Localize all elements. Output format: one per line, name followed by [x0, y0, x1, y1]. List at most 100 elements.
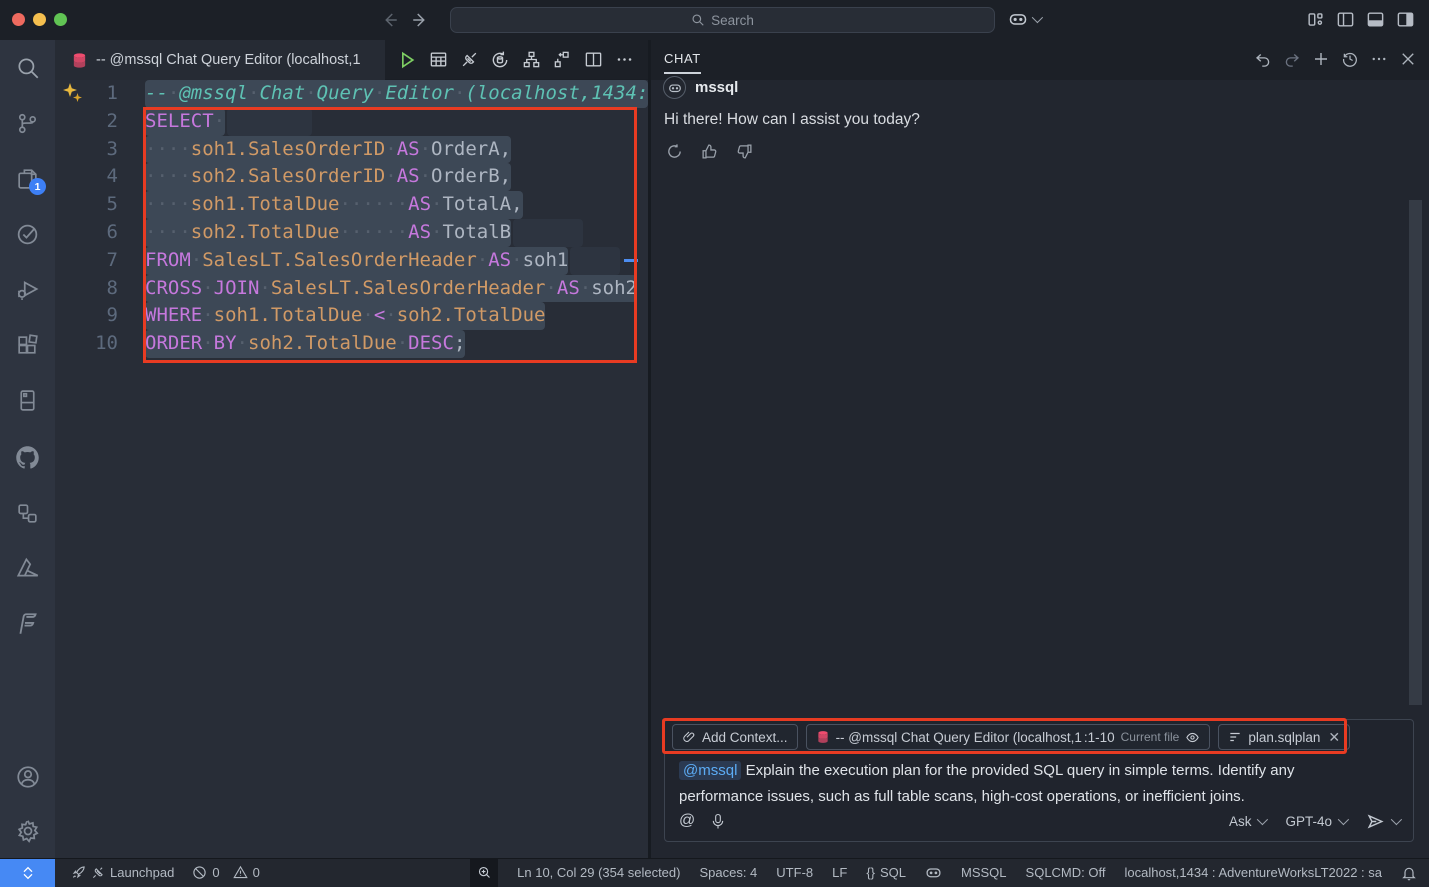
thumbs-up-icon[interactable]: [699, 141, 719, 161]
encoding-item[interactable]: UTF-8: [776, 865, 813, 880]
close-window-button[interactable]: [12, 13, 25, 26]
copilot-menu-button[interactable]: [1008, 9, 1040, 29]
navigate-forward-icon[interactable]: [408, 8, 432, 32]
problems-item[interactable]: 0 0: [192, 865, 259, 880]
zoom-window-button[interactable]: [54, 13, 67, 26]
run-debug-icon[interactable]: [0, 267, 55, 311]
line-number: 2: [55, 108, 118, 136]
redo-icon[interactable]: [1283, 50, 1301, 68]
database-file-icon: [71, 52, 88, 69]
mssql-item[interactable]: MSSQL: [961, 865, 1007, 880]
indentation-item[interactable]: Spaces: 4: [699, 865, 757, 880]
toggle-secondary-sidebar-icon[interactable]: [1396, 10, 1415, 29]
code-line[interactable]: 6····soh2.TotalDue······AS·TotalB: [55, 219, 648, 247]
azure-view-icon[interactable]: [0, 546, 55, 590]
thumbs-down-icon[interactable]: [734, 141, 754, 161]
code-line[interactable]: 4····soh2.SalesOrderID·AS·OrderB,: [55, 163, 648, 191]
code-line[interactable]: 9WHERE·soh1.TotalDue·<·soh2.TotalDue: [55, 302, 648, 330]
copilot-status-icon[interactable]: [925, 864, 942, 881]
toggle-primary-sidebar-icon[interactable]: [1336, 10, 1355, 29]
context-plan-pill[interactable]: plan.sqlplan ✕: [1218, 724, 1350, 750]
explorer-badge: 1: [29, 178, 46, 195]
connection-item[interactable]: localhost,1434 : AdventureWorksLT2022 : …: [1124, 865, 1382, 880]
chat-input-text[interactable]: @mssql Explain the execution plan for th…: [679, 758, 1379, 810]
notebooks-view-icon[interactable]: [0, 378, 55, 422]
mssql-mention-chip: @mssql: [679, 761, 741, 780]
code-line[interactable]: 8CROSS·JOIN·SalesLT.SalesOrderHeader·AS·…: [55, 275, 648, 303]
plug-icon: [91, 866, 105, 880]
minimize-window-button[interactable]: [33, 13, 46, 26]
remote-indicator[interactable]: [0, 859, 55, 887]
settings-gear-icon[interactable]: [0, 809, 55, 853]
eye-icon[interactable]: [1185, 730, 1200, 745]
code-line[interactable]: 2SELECT·: [55, 108, 648, 136]
close-chat-icon[interactable]: [1399, 50, 1417, 68]
code-line[interactable]: 10ORDER·BY·soh2.TotalDue·DESC;: [55, 330, 648, 358]
extensions-view-icon[interactable]: [0, 323, 55, 367]
context-file-label: -- @mssql Chat Query Editor (localhost,1: [836, 730, 1082, 745]
launchpad-item[interactable]: Launchpad: [71, 865, 174, 880]
explorer-copy-icon[interactable]: 1: [0, 156, 55, 200]
accounts-icon[interactable]: [0, 755, 55, 799]
code-line[interactable]: 3····soh1.SalesOrderID·AS·OrderA,: [55, 136, 648, 164]
sqlcmd-item[interactable]: SQLCMD: Off: [1026, 865, 1106, 880]
chat-message: Hi there! How can I assist you today?: [664, 111, 920, 129]
disconnect-icon[interactable]: [458, 49, 480, 71]
language-mode-item[interactable]: {} SQL: [866, 865, 906, 880]
line-number: 5: [55, 191, 118, 219]
more-actions-icon[interactable]: [613, 49, 635, 71]
add-context-label: Add Context...: [702, 730, 788, 745]
change-connection-icon[interactable]: [489, 49, 511, 71]
notifications-bell-icon[interactable]: [1401, 865, 1417, 881]
new-chat-icon[interactable]: [1312, 50, 1330, 68]
command-center-search[interactable]: Search: [450, 7, 995, 33]
model-picker[interactable]: GPT-4o: [1285, 814, 1346, 829]
undo-icon[interactable]: [1254, 50, 1272, 68]
containers-view-icon[interactable]: [0, 491, 55, 535]
chevron-down-icon: [1338, 814, 1349, 825]
mention-icon[interactable]: @: [679, 812, 695, 830]
customize-layout-icon[interactable]: [1306, 10, 1325, 29]
cursor-position-item[interactable]: Ln 10, Col 29 (354 selected): [517, 865, 680, 880]
toggle-panel-icon[interactable]: [1366, 10, 1385, 29]
line-number: 6: [55, 219, 118, 247]
results-grid-icon[interactable]: [427, 49, 449, 71]
send-button[interactable]: [1366, 812, 1399, 831]
context-file-suffix: Current file: [1121, 730, 1180, 744]
send-icon: [1366, 812, 1385, 831]
search-view-icon[interactable]: [0, 46, 55, 90]
source-control-icon[interactable]: [0, 101, 55, 145]
code-line[interactable]: 5····soh1.TotalDue······AS·TotalA,: [55, 191, 648, 219]
mode-label: Ask: [1229, 814, 1252, 829]
enable-actual-plan-icon[interactable]: [551, 49, 573, 71]
navigate-back-icon[interactable]: [378, 8, 402, 32]
errors-icon: [192, 865, 207, 880]
code-line[interactable]: 7FROM·SalesLT.SalesOrderHeader·AS·soh1: [55, 247, 648, 275]
estimated-plan-icon[interactable]: [520, 49, 542, 71]
retry-icon[interactable]: [664, 141, 684, 161]
context-plan-label: plan.sqlplan: [1248, 730, 1320, 745]
remove-context-icon[interactable]: ✕: [1328, 729, 1340, 746]
github-icon[interactable]: [0, 435, 55, 479]
mode-picker[interactable]: Ask: [1229, 814, 1266, 829]
code-line[interactable]: 1--·@mssql·Chat·Query·Editor·(localhost,…: [55, 80, 648, 108]
split-editor-icon[interactable]: [582, 49, 604, 71]
chat-scrollbar[interactable]: [1409, 200, 1422, 705]
chat-tab[interactable]: CHAT: [664, 51, 701, 74]
testing-view-icon[interactable]: [0, 212, 55, 256]
context-file-pill[interactable]: -- @mssql Chat Query Editor (localhost,1…: [806, 724, 1211, 750]
chat-input-container[interactable]: Add Context... -- @mssql Chat Query Edit…: [664, 719, 1414, 842]
add-context-button[interactable]: Add Context...: [672, 724, 798, 750]
editor-tab[interactable]: -- @mssql Chat Query Editor (localhost,1: [55, 40, 385, 80]
fabric-view-icon[interactable]: [0, 602, 55, 646]
code-editor[interactable]: 1--·@mssql·Chat·Query·Editor·(localhost,…: [55, 80, 648, 858]
chevron-down-icon: [1257, 814, 1268, 825]
microphone-icon[interactable]: [711, 813, 725, 830]
zoom-indicator[interactable]: [470, 859, 498, 887]
eol-item[interactable]: LF: [832, 865, 847, 880]
chat-history-icon[interactable]: [1341, 50, 1359, 68]
warnings-icon: [233, 865, 248, 880]
errors-count: 0: [212, 865, 219, 880]
run-query-button[interactable]: [396, 49, 418, 71]
chat-more-actions-icon[interactable]: [1370, 50, 1388, 68]
